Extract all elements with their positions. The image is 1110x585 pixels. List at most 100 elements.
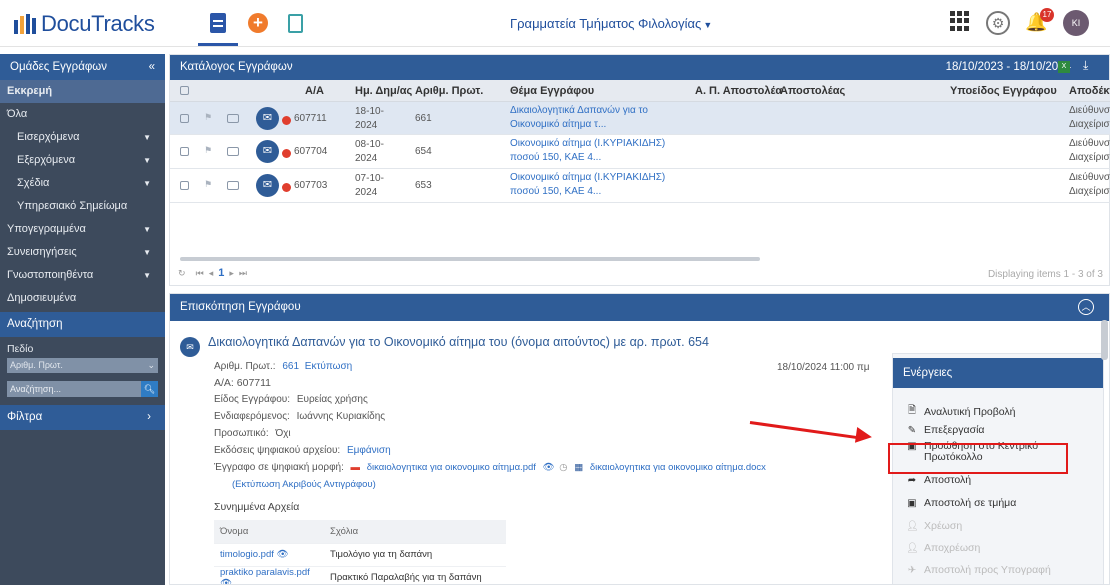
row-subject-2[interactable]: ποσού 150, ΚΑΕ 4... <box>510 185 601 199</box>
eye-icon[interactable]: 👁︎ <box>277 549 289 560</box>
sidebar-item-label: Εξερχόμενα <box>17 154 76 166</box>
print-exact-copy-link[interactable]: (Εκτύπωση Ακριβούς Αντιγράφου) <box>232 479 376 490</box>
flag-icon[interactable]: ⚑ <box>204 179 212 190</box>
sidebar-item-incoming[interactable]: Εισερχόμενα ▼ <box>0 126 165 149</box>
table-row[interactable]: ⚑ ✉ 607711 18-10- 2024 661 Δικαιολογητικ… <box>170 102 1110 135</box>
caret-down-icon: ▼ <box>703 20 713 30</box>
search-icon[interactable]: 🔍︎ <box>141 381 158 397</box>
col-aa[interactable]: Α/Α <box>305 85 324 97</box>
col-sender-prot[interactable]: Α. Π. Αποστολέα <box>695 85 782 97</box>
vertical-scrollbar[interactable] <box>1101 320 1108 360</box>
attachment-comment: Τιμολόγιο για τη δαπάνη <box>324 543 506 567</box>
table-row[interactable]: ⚑ ✉ 607704 08-10- 2024 654 Οικονομικό αί… <box>170 135 1110 169</box>
col-sender[interactable]: Αποστολέας <box>780 85 845 97</box>
first-page-icon[interactable]: ⏮ <box>196 268 204 278</box>
row-checkbox[interactable] <box>180 114 189 123</box>
row-subject-2[interactable]: Οικονομικό αίτημα τ... <box>510 118 606 132</box>
search-field-select[interactable]: Αριθμ. Πρωτ. ⌄ <box>7 358 158 373</box>
sidebar-item-all[interactable]: Όλα <box>0 103 165 126</box>
flag-icon[interactable]: ⚑ <box>204 112 212 123</box>
copy-documents-icon[interactable] <box>283 10 310 36</box>
apps-grid-icon[interactable] <box>950 11 970 31</box>
print-link[interactable]: Εκτύπωση <box>305 361 352 372</box>
interested-meta: Ενδιαφερόμενος: Ιωάννης Κυριακίδης <box>214 411 385 422</box>
col-date[interactable]: Ημ. Δημ/ας <box>355 85 412 97</box>
sidebar-item-label: Υπογεγραμμένα <box>7 223 86 235</box>
status-dot-icon <box>282 149 291 158</box>
eye-icon[interactable]: 👁︎ <box>220 578 232 585</box>
sidebar-item-co-reports[interactable]: Συνεισηγήσεις ▼ <box>0 241 165 264</box>
att-col-comment: Σχόλια <box>324 520 506 544</box>
user-avatar[interactable]: KI <box>1063 10 1089 36</box>
col-prot[interactable]: Αριθμ. Πρωτ. <box>415 85 483 97</box>
eye-icon[interactable]: 👁︎ <box>543 462 555 473</box>
horizontal-scrollbar[interactable] <box>180 257 760 261</box>
interested-label: Ενδιαφερόμενος: <box>214 411 290 422</box>
search-input[interactable]: Αναζήτηση... 🔍︎ <box>7 381 158 397</box>
pagination: ↻ ⏮ ◂ 1 ▸ ⏭ Displaying items 1 - 3 of 3 <box>178 267 1103 285</box>
sidebar-item-notified[interactable]: Γνωστοποιηθέντα ▼ <box>0 264 165 287</box>
search-field-value: Αριθμ. Πρωτ. <box>10 360 63 370</box>
docx-link[interactable]: δικαιολογητικα για οικονομικο αίτημα.doc… <box>590 462 766 473</box>
editions-show-link[interactable]: Εμφάνιση <box>347 445 391 456</box>
filters-title: Φίλτρα <box>7 411 43 423</box>
add-document-icon[interactable]: + <box>246 10 270 36</box>
document-list-panel: Κατάλογος Εγγράφων 18/10/2023 - 18/10/20… <box>169 54 1110 286</box>
page-number[interactable]: 1 <box>218 267 224 279</box>
documents-icon[interactable] <box>206 10 230 36</box>
department-selector[interactable]: Γραμματεία Τμήματος Φιλολογίας ▼ <box>510 16 712 31</box>
row-recipient-2: Διαχείρισ <box>1069 119 1110 130</box>
document-title: Δικαιολογητικά Δαπανών για το Οικονομικό… <box>208 335 709 349</box>
sidebar-item-memo[interactable]: Υπηρεσιακό Σημείωμα <box>0 195 165 218</box>
sidebar-item-drafts[interactable]: Σχέδια ▼ <box>0 172 165 195</box>
settings-gear-icon[interactable]: ⚙ <box>986 11 1010 35</box>
collapse-up-icon[interactable]: ︿ <box>1078 299 1094 315</box>
sidebar: Ομάδες Εγγράφων « Εκκρεμή Όλα Εισερχόμενα… <box>0 54 165 585</box>
action-send-department[interactable]: ▣ Αποστολή σε τμήμα <box>906 497 1016 509</box>
document-icon: 🗎 <box>907 405 917 416</box>
action-send[interactable]: ➦ Αποστολή <box>906 474 971 486</box>
sidebar-title: Ομάδες Εγγράφων <box>10 61 108 73</box>
pdf-link[interactable]: δικαιολογητικα για οικονομικο αίτημα.pdf <box>367 462 536 473</box>
action-edit[interactable]: ✎ Επεξεργασία <box>906 424 985 436</box>
row-subject[interactable]: Οικονομικό αίτημα (Ι.ΚΥΡΙΑΚΙΔΗΣ) <box>510 171 665 185</box>
editions-meta: Εκδόσεις ψηφιακού αρχείου: Εμφάνιση <box>214 445 391 456</box>
attachment-row: timologio.pdf 👁︎ Τιμολόγιο για τη δαπάνη <box>214 543 506 567</box>
select-all-checkbox[interactable] <box>180 86 189 95</box>
attachment-link[interactable]: praktiko paralavis.pdf <box>220 567 310 578</box>
row-aa: 607704 <box>294 146 328 157</box>
sidebar-item-published[interactable]: Δημοσιευμένα <box>0 287 165 310</box>
history-icon[interactable]: ◷ <box>559 462 567 473</box>
filters-toggle[interactable]: Φίλτρα › <box>0 405 165 430</box>
excel-export-icon[interactable]: X <box>1058 61 1070 73</box>
next-page-icon[interactable]: ▸ <box>229 268 234 278</box>
attachment-row: praktiko paralavis.pdf 👁︎ Πρακτικό Παραλ… <box>214 566 506 585</box>
row-aa: 607711 <box>294 113 327 124</box>
table-row[interactable]: ⚑ ✉ 607703 07-10- 2024 653 Οικονομικό αί… <box>170 169 1110 203</box>
print-copy-row: (Εκτύπωση Ακριβούς Αντιγράφου) <box>232 479 376 490</box>
row-checkbox[interactable] <box>180 181 189 190</box>
sidebar-item-pending[interactable]: Εκκρεμή <box>0 80 165 103</box>
download-icon[interactable]: ⤓ <box>1083 58 1088 73</box>
logo[interactable]: DocuTracks <box>14 11 155 37</box>
row-subject[interactable]: Δικαιολογητικά Δαπανών για το <box>510 104 648 118</box>
action-detailed-view[interactable]: 🗎 Αναλυτική Προβολή <box>906 403 1016 420</box>
col-subtype[interactable]: Υποείδος Εγγράφου <box>950 85 1057 97</box>
inbox-type-icon: ✉ <box>256 140 279 163</box>
row-subject-2[interactable]: ποσού 150, ΚΑΕ 4... <box>510 151 601 165</box>
sidebar-item-signed[interactable]: Υπογεγραμμένα ▼ <box>0 218 165 241</box>
action-label: Αποχρέωση <box>924 542 981 554</box>
date-range[interactable]: 18/10/2023 - 18/10/2024 <box>946 55 1071 80</box>
sidebar-item-outgoing[interactable]: Εξερχόμενα ▼ <box>0 149 165 172</box>
col-recipient[interactable]: Αποδέκτ <box>1069 85 1110 97</box>
refresh-icon[interactable]: ↻ <box>178 268 186 278</box>
flag-icon[interactable]: ⚑ <box>204 145 212 156</box>
row-checkbox[interactable] <box>180 147 189 156</box>
collapse-sidebar-icon[interactable]: « <box>149 54 155 80</box>
attachment-link[interactable]: timologio.pdf <box>220 549 274 560</box>
col-subject[interactable]: Θέμα Εγγράφου <box>510 85 594 97</box>
prev-page-icon[interactable]: ◂ <box>209 268 214 278</box>
row-subject[interactable]: Οικονομικό αίτημα (Ι.ΚΥΡΙΑΚΙΔΗΣ) <box>510 137 665 151</box>
chevron-right-icon: › <box>147 411 151 423</box>
last-page-icon[interactable]: ⏭ <box>239 268 247 278</box>
